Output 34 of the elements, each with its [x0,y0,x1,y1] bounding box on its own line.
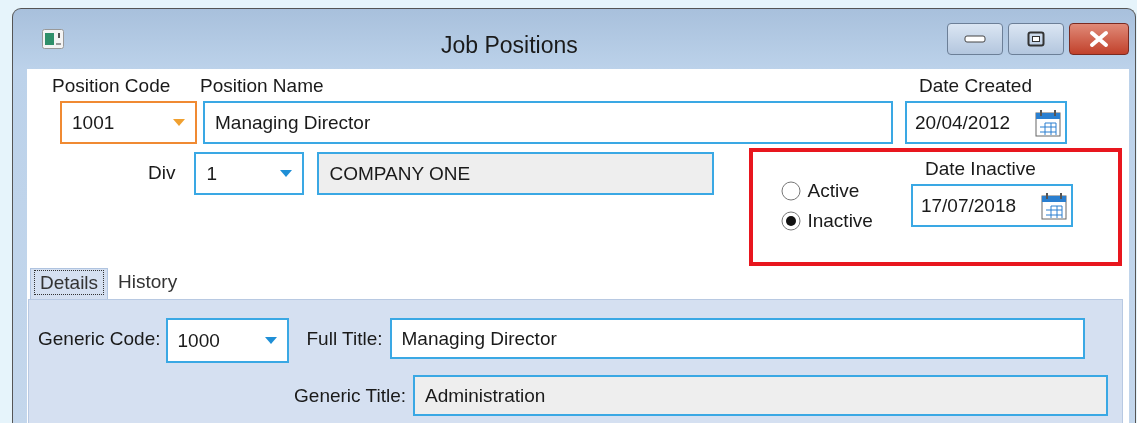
window-title: Job Positions [441,31,578,59]
field-label: Position Name [200,75,325,97]
app-icon [42,29,64,49]
close-icon [1088,30,1110,48]
field-label: Position Code [52,75,172,97]
full-title-field[interactable]: Managing Director [389,318,1085,359]
radio-option[interactable]: Active [781,180,873,202]
company-name-field: COMPANY ONE [317,152,715,195]
field-label: Date Inactive [924,158,1037,180]
minimize-icon [964,35,986,43]
caret-icon [173,119,185,126]
field-label: Div [148,162,176,184]
field-label: Full Title: [306,327,383,350]
generic-title-field: Administration [413,375,1108,416]
field-label: Generic Title: [293,384,406,407]
radio-option[interactable]: Inactive [781,210,873,232]
position-code-dropdown[interactable]: 1001 [60,101,197,144]
date-field[interactable]: 17/07/2018 [910,184,1073,227]
maximize-icon [1027,31,1045,47]
position-name-field[interactable]: Managing Director [203,101,893,144]
date-field[interactable]: 20/04/2012 [905,101,1067,144]
tab[interactable]: History [108,267,188,299]
div-dropdown[interactable]: 1 [194,152,305,195]
calendar-icon [1040,191,1067,220]
maximize-button[interactable] [1008,23,1064,55]
generic-code-dropdown[interactable]: 1000 [165,318,289,363]
close-button[interactable] [1069,23,1129,55]
caret-icon [264,337,277,344]
calendar-icon [1035,108,1061,137]
tab[interactable]: Details [30,268,109,299]
field-label: Date Created [919,75,1033,97]
field-label: Generic Code: [38,327,161,350]
caret-icon [280,170,293,177]
minimize-button[interactable] [947,23,1003,55]
